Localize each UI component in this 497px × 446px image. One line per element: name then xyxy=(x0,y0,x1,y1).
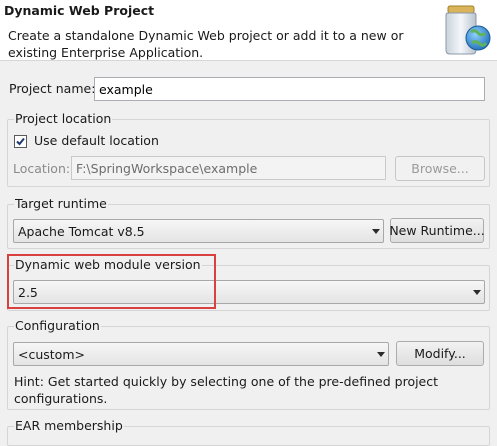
web-project-jar-icon xyxy=(438,4,494,56)
target-runtime-title: Target runtime xyxy=(14,196,108,211)
project-name-label: Project name: xyxy=(9,81,96,96)
chevron-down-icon xyxy=(470,281,484,303)
configuration-value: <custom> xyxy=(18,346,85,362)
chevron-down-icon xyxy=(374,343,388,365)
configuration-combo[interactable]: <custom> xyxy=(13,342,389,366)
target-runtime-value: Apache Tomcat v8.5 xyxy=(18,223,145,239)
configuration-hint: Hint: Get started quickly by selecting o… xyxy=(14,374,439,406)
location-label: Location: xyxy=(13,161,71,176)
use-default-location-checkbox[interactable] xyxy=(14,135,27,148)
modify-button[interactable]: Modify... xyxy=(396,341,484,366)
project-location-title: Project location xyxy=(14,111,113,126)
page-title: Dynamic Web Project xyxy=(4,3,155,18)
new-runtime-button[interactable]: New Runtime... xyxy=(389,218,485,243)
page-description: Create a standalone Dynamic Web project … xyxy=(8,28,404,60)
browse-button[interactable]: Browse... xyxy=(395,156,485,181)
checkmark-icon xyxy=(16,137,25,146)
use-default-location-label[interactable]: Use default location xyxy=(34,133,159,148)
chevron-down-icon xyxy=(369,220,383,242)
target-runtime-combo[interactable]: Apache Tomcat v8.5 xyxy=(13,219,384,243)
ear-membership-title: EAR membership xyxy=(14,418,124,433)
project-name-input[interactable] xyxy=(94,77,485,101)
highlight-annotation xyxy=(7,254,216,309)
configuration-title: Configuration xyxy=(14,318,101,333)
location-input[interactable] xyxy=(71,156,386,180)
